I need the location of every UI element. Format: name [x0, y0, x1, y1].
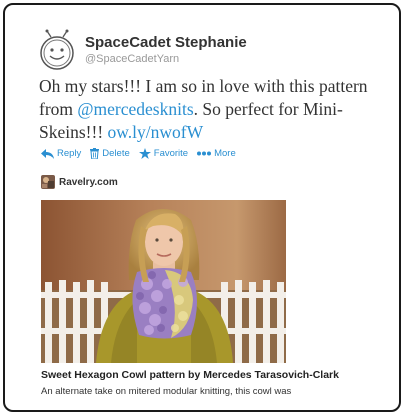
delete-label: Delete — [102, 148, 130, 159]
star-icon — [138, 148, 151, 159]
tweet-actions: Reply Delete Favorite More — [41, 148, 245, 159]
trash-icon — [90, 148, 100, 159]
reply-button[interactable]: Reply — [41, 148, 81, 159]
user-handle[interactable]: @SpaceCadetYarn — [85, 53, 179, 65]
delete-button[interactable]: Delete — [90, 148, 130, 159]
source-label: Ravelry.com — [59, 176, 118, 188]
more-label: More — [214, 148, 236, 159]
reply-icon — [41, 148, 54, 159]
user-name[interactable]: SpaceCadet Stephanie — [85, 34, 247, 51]
reply-label: Reply — [57, 148, 82, 159]
card-description: An alternate take on mitered modular kni… — [41, 386, 292, 397]
short-link[interactable]: ow.ly/nwofW — [108, 122, 204, 142]
media-source[interactable]: Ravelry.com — [41, 175, 118, 189]
cowl-photo[interactable] — [41, 200, 286, 363]
mention-link[interactable]: @mercedesknits — [77, 99, 193, 119]
card-title[interactable]: Sweet Hexagon Cowl pattern by Mercedes T… — [41, 369, 339, 381]
tweet-text: Oh my stars!!! I am so in love with this… — [39, 75, 389, 144]
favorite-button[interactable]: Favorite — [138, 148, 189, 159]
more-button[interactable]: More — [197, 148, 236, 159]
favorite-label: Favorite — [153, 148, 189, 159]
tweet-card: SpaceCadet Stephanie @SpaceCadetYarn Oh … — [3, 3, 401, 412]
avatar[interactable] — [37, 29, 77, 73]
more-dots-icon — [197, 151, 212, 156]
ravelry-icon — [41, 175, 55, 189]
